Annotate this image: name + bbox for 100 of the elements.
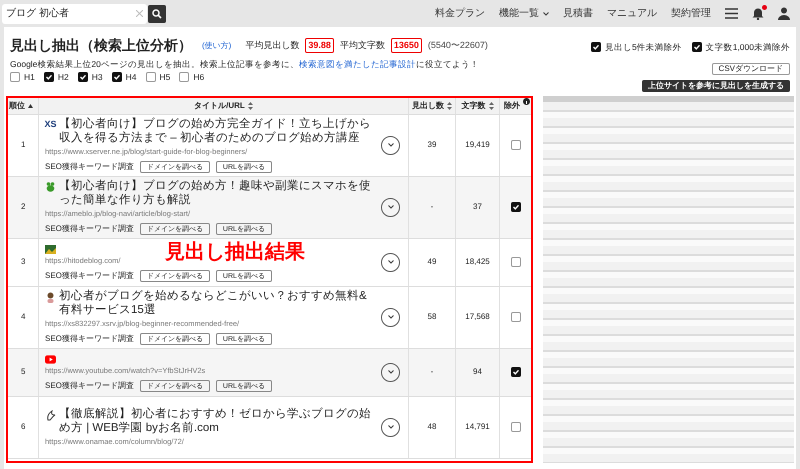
notification-button[interactable] xyxy=(752,7,764,20)
option-checkbox[interactable] xyxy=(692,42,702,52)
option-checkbox[interactable] xyxy=(590,42,601,52)
exclude-checkbox[interactable] xyxy=(510,140,520,150)
column-header[interactable]: 文字数 xyxy=(456,98,500,114)
heading-checkbox[interactable] xyxy=(10,72,20,82)
chevron-down-icon xyxy=(388,205,394,210)
exclude-checkbox[interactable] xyxy=(510,367,520,378)
column-header[interactable]: 除外 xyxy=(500,98,531,114)
exclude-checkbox[interactable] xyxy=(510,257,520,268)
result-title[interactable]: 【徹底解説】初心者におすすめ！ゼロから学ぶブログの始め方 | WEB学園 byお名前.com xyxy=(59,407,377,436)
expand-button[interactable] xyxy=(381,252,400,272)
rank-cell: 5 xyxy=(8,348,39,396)
chevron-down-icon xyxy=(388,260,394,264)
result-title[interactable]: 【初心者向け】ブログの始め方！趣味や副業にスマホを使った簡単な作り方も解説 xyxy=(59,179,377,208)
headings-count-cell: - xyxy=(409,348,456,396)
heading-checkbox[interactable] xyxy=(146,72,156,82)
seo-keyword-label: SEO獲得キーワード調査 xyxy=(45,380,134,392)
seo-keyword-label: SEO獲得キーワード調査 xyxy=(45,270,134,282)
result-title[interactable]: 初心者がブログを始めるならどこがいい？おすすめ無料&有料サービス15選 xyxy=(59,289,377,318)
checkbox-label: H1 xyxy=(24,71,35,84)
search-field[interactable]: ブログ 初心者 xyxy=(2,4,147,24)
nav-link[interactable]: 機能一覧 xyxy=(499,6,549,21)
heading-checkbox[interactable] xyxy=(179,72,190,82)
sort-icon[interactable] xyxy=(447,102,452,110)
heading-checkbox[interactable] xyxy=(112,72,122,82)
description-link[interactable]: 検索意図を満たした記事設計 xyxy=(298,59,416,69)
image-icon xyxy=(45,245,56,254)
column-header[interactable]: 順位 xyxy=(8,98,39,114)
stat-value: 13650 xyxy=(390,38,422,54)
exclude-checkbox[interactable] xyxy=(510,202,520,212)
page-title: 見出し抽出（検索上位分析） xyxy=(10,36,192,55)
annotation-label: 見出し抽出結果 xyxy=(165,242,305,262)
frog-icon xyxy=(46,182,55,192)
headings-count-cell: 39 xyxy=(409,114,456,176)
play-icon xyxy=(45,355,56,364)
seo-keyword-label: SEO獲得キーワード調査 xyxy=(45,161,134,174)
char-count-cell: 37 xyxy=(456,176,500,238)
seo-keyword-label: SEO獲得キーワード調査 xyxy=(45,223,134,236)
checkbox-label: H4 xyxy=(126,71,136,84)
search-button[interactable] xyxy=(148,4,166,22)
generate-button[interactable]: 上位サイトを参考に見出しを生成する xyxy=(642,80,790,92)
bell-icon xyxy=(752,7,764,20)
expand-button[interactable] xyxy=(381,308,400,327)
checkbox-label: H6 xyxy=(193,71,204,84)
description-text: Google検索結果上位20ページの見出しを抽出。検索上位記事を参考に、検索意図を満たした記事設計に役立てよう！ xyxy=(10,59,480,70)
chevron-down-icon xyxy=(388,315,394,320)
checkbox-label: H3 xyxy=(92,71,103,84)
char-count-cell: 17,568 xyxy=(456,286,500,348)
expand-button[interactable] xyxy=(381,136,400,155)
heading-checkbox[interactable] xyxy=(44,72,54,82)
chevron-down-icon xyxy=(388,425,394,430)
expand-button[interactable] xyxy=(381,362,400,382)
rank-cell: 1 xyxy=(8,114,39,176)
char-count-cell: 19,419 xyxy=(456,114,500,176)
checkbox-label: H2 xyxy=(58,71,69,84)
seo-keyword-label: SEO獲得キーワード調査 xyxy=(45,333,134,346)
stat-range: (5540〜22607) xyxy=(428,38,488,52)
headings-count-cell: - xyxy=(409,176,456,238)
chevron-down-icon xyxy=(388,370,394,374)
checkbox-label: 見出し5件未満除外 xyxy=(604,41,682,54)
checkbox-label: 文字数1,000未満除外 xyxy=(706,41,790,54)
headings-count-cell: 48 xyxy=(409,396,456,458)
expand-button[interactable] xyxy=(381,198,400,217)
exclude-checkbox[interactable] xyxy=(510,422,520,432)
rank-cell: 3 xyxy=(8,238,39,286)
info-icon[interactable] xyxy=(523,98,530,105)
help-link[interactable]: (使い方) xyxy=(202,40,232,52)
nav-link[interactable]: 契約管理 xyxy=(671,6,711,21)
headings-count-cell: 49 xyxy=(409,238,456,286)
sort-icon[interactable] xyxy=(248,102,253,110)
chevron-down-icon xyxy=(388,143,394,148)
sort-ascending-icon[interactable] xyxy=(28,104,33,108)
sort-icon[interactable] xyxy=(488,102,494,110)
nav-link[interactable]: マニュアル xyxy=(607,6,657,21)
expand-button[interactable] xyxy=(381,418,400,437)
headings-count-cell: 58 xyxy=(409,286,456,348)
site-logo: XS xyxy=(44,120,57,130)
exclude-checkbox[interactable] xyxy=(510,312,520,322)
column-header[interactable]: 見出し数 xyxy=(409,98,456,114)
rank-cell: 4 xyxy=(8,286,39,348)
csv-download-button[interactable]: CSVダウンロード xyxy=(712,62,790,75)
menu-icon[interactable] xyxy=(725,8,738,19)
column-header[interactable]: タイトル/URL xyxy=(39,98,409,114)
heading-checkbox[interactable] xyxy=(78,72,88,82)
nav-link[interactable]: 見積書 xyxy=(563,6,593,21)
rank-cell: 2 xyxy=(8,176,39,238)
char-count-cell: 94 xyxy=(456,348,500,396)
checkbox-label: H5 xyxy=(160,71,170,84)
char-count-cell: 18,425 xyxy=(456,238,500,286)
stat-value: 39.88 xyxy=(305,38,334,54)
stat-label: 平均見出し数 xyxy=(245,38,300,52)
user-icon[interactable] xyxy=(778,7,790,20)
search-icon xyxy=(152,8,162,18)
nav-link[interactable]: 料金プラン xyxy=(435,6,485,21)
stat-label: 平均文字数 xyxy=(340,38,385,52)
rank-cell: 6 xyxy=(8,396,39,458)
char-count-cell: 14,791 xyxy=(456,396,500,458)
person-icon xyxy=(46,292,55,304)
result-title[interactable]: 【初心者向け】ブログの始め方完全ガイド！立ち上げから収入を得る方法まで – 初心者のためのブログ始め方講座 xyxy=(59,117,377,146)
